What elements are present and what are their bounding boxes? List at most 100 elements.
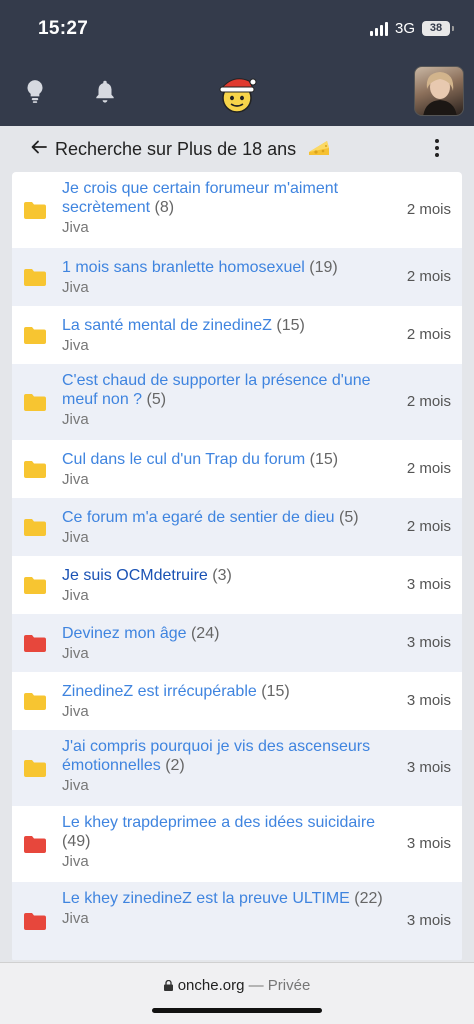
- topic-reply-count: (3): [212, 567, 232, 584]
- topic-date: 2 mois: [406, 518, 451, 535]
- topic-row[interactable]: J'ai compris pourquoi je vis des ascense…: [12, 730, 462, 806]
- topic-title-link[interactable]: Le khey zinedineZ est la preuve ULTIME: [62, 890, 350, 907]
- topic-text: Le khey zinedineZ est la preuve ULTIME (…: [62, 889, 397, 928]
- topic-text: 1 mois sans branlette homosexuel (19) Jiv…: [62, 258, 397, 297]
- folder-icon: [24, 461, 46, 478]
- topic-text: J'ai compris pourquoi je vis des ascense…: [62, 737, 397, 795]
- topic-reply-count: (19): [309, 259, 338, 276]
- app-header: [0, 58, 474, 126]
- topic-date: 2 mois: [406, 201, 451, 218]
- topic-text: Cul dans le cul d'un Trap du forum (15) J…: [62, 450, 397, 489]
- topic-text: C'est chaud de supporter la présence d'u…: [62, 371, 397, 429]
- topic-text: La santé mental de zinedineZ (15) Jiva: [62, 316, 397, 355]
- topic-text: Ce forum m'a egaré de sentier de dieu (5…: [62, 508, 397, 547]
- topic-title-link[interactable]: J'ai compris pourquoi je vis des ascense…: [62, 738, 370, 774]
- topic-title-link[interactable]: Je crois que certain forumeur m'aiment s…: [62, 180, 338, 216]
- topic-row[interactable]: Ce forum m'a egaré de sentier de dieu (5…: [12, 498, 462, 556]
- topic-date: 2 mois: [406, 460, 451, 477]
- topic-reply-count: (5): [339, 509, 359, 526]
- folder-icon: [24, 577, 46, 594]
- topic-title-line: Ce forum m'a egaré de sentier de dieu (5…: [62, 508, 397, 527]
- topic-text: Je crois que certain forumeur m'aiment s…: [62, 179, 397, 237]
- topic-date: 2 mois: [406, 326, 451, 343]
- folder-icon: [24, 394, 46, 411]
- topic-title-link[interactable]: ZinedineZ est irrécupérable: [62, 683, 257, 700]
- topic-text: Devinez mon âge (24) Jiva: [62, 624, 397, 663]
- topic-row[interactable]: C'est chaud de supporter la présence d'u…: [12, 364, 462, 440]
- topic-row[interactable]: La santé mental de zinedineZ (15) Jiva 2 m…: [12, 306, 462, 364]
- title-bar: Recherche sur Plus de 18 ans: [12, 126, 462, 172]
- browser-address-bar[interactable]: onche.org — Privée: [0, 962, 474, 1024]
- topic-date: 3 mois: [406, 759, 451, 776]
- topic-reply-count: (22): [354, 890, 383, 907]
- topic-title-link[interactable]: 1 mois sans branlette homosexuel: [62, 259, 305, 276]
- folder-icon: [24, 635, 46, 652]
- topic-reply-count: (8): [154, 199, 175, 216]
- topic-author[interactable]: Jiva: [62, 411, 397, 429]
- folder-icon: [24, 693, 46, 710]
- topic-author[interactable]: Jiva: [62, 471, 397, 489]
- lightbulb-icon[interactable]: [22, 78, 48, 104]
- cheese-icon: [309, 141, 329, 155]
- topic-row[interactable]: Je suis OCMdetruire (3) Jiva 3 mois: [12, 556, 462, 614]
- topic-author[interactable]: Jiva: [62, 777, 397, 795]
- topic-reply-count: (49): [62, 833, 91, 850]
- url-separator: —: [248, 977, 264, 994]
- topic-author[interactable]: Jiva: [62, 529, 397, 547]
- topic-title-link[interactable]: La santé mental de zinedineZ: [62, 317, 272, 334]
- topic-date: 3 mois: [406, 835, 451, 852]
- folder-icon: [24, 202, 46, 219]
- topic-row[interactable]: Le khey trapdeprimee a des idées suicida…: [12, 806, 462, 882]
- bell-icon[interactable]: [92, 78, 118, 104]
- topic-title-link[interactable]: Devinez mon âge: [62, 625, 187, 642]
- topic-row[interactable]: Cul dans le cul d'un Trap du forum (15) J…: [12, 440, 462, 498]
- topic-author[interactable]: Jiva: [62, 645, 397, 663]
- topic-date: 3 mois: [406, 634, 451, 651]
- folder-icon: [24, 913, 46, 930]
- topic-title-line: Devinez mon âge (24): [62, 624, 397, 643]
- topic-reply-count: (15): [276, 317, 305, 334]
- topic-list: Je crois que certain forumeur m'aiment s…: [12, 172, 462, 962]
- topic-title-line: 1 mois sans branlette homosexuel (19): [62, 258, 397, 277]
- topic-row[interactable]: Je crois que certain forumeur m'aiment s…: [12, 172, 462, 248]
- folder-icon: [24, 836, 46, 853]
- status-time: 15:27: [38, 18, 89, 39]
- network-type: 3G: [394, 20, 415, 37]
- topic-title-link[interactable]: C'est chaud de supporter la présence d'u…: [62, 372, 371, 408]
- user-avatar[interactable]: [414, 66, 464, 116]
- topic-title-line: Je crois que certain forumeur m'aiment s…: [62, 179, 397, 217]
- topic-author[interactable]: Jiva: [62, 703, 397, 721]
- topic-title-link[interactable]: Je suis OCMdetruire: [62, 567, 208, 584]
- folder-icon: [24, 519, 46, 536]
- santa-mascot-icon[interactable]: [215, 72, 259, 114]
- topic-author[interactable]: Jiva: [62, 337, 397, 355]
- topic-author[interactable]: Jiva: [62, 587, 397, 605]
- page-title: Recherche sur Plus de 18 ans: [55, 139, 297, 159]
- topic-reply-count: (5): [146, 391, 167, 408]
- topic-author[interactable]: Jiva: [62, 279, 397, 297]
- topic-row[interactable]: Devinez mon âge (24) Jiva 3 mois: [12, 614, 462, 672]
- back-arrow-icon[interactable]: [30, 138, 48, 156]
- topic-row[interactable]: Le khey zinedineZ est la preuve ULTIME (…: [12, 882, 462, 960]
- home-indicator[interactable]: [152, 1008, 322, 1013]
- more-options-icon[interactable]: [434, 139, 440, 157]
- folder-icon: [24, 269, 46, 286]
- topic-date: 3 mois: [406, 912, 451, 929]
- topic-date: 2 mois: [406, 393, 451, 410]
- topic-date: 2 mois: [406, 268, 451, 285]
- topic-title-line: Le khey trapdeprimee a des idées suicida…: [62, 813, 397, 851]
- topic-title-link[interactable]: Ce forum m'a egaré de sentier de dieu: [62, 509, 335, 526]
- private-mode-label: Privée: [267, 977, 311, 994]
- topic-author[interactable]: Jiva: [62, 853, 397, 871]
- topic-row[interactable]: 1 mois sans branlette homosexuel (19) Jiv…: [12, 248, 462, 306]
- topic-reply-count: (15): [261, 683, 290, 700]
- topic-row[interactable]: ZinedineZ est irrécupérable (15) Jiva 3 mo…: [12, 672, 462, 730]
- topic-title-line: C'est chaud de supporter la présence d'u…: [62, 371, 397, 409]
- topic-author[interactable]: Jiva: [62, 910, 397, 928]
- status-bar: 15:27 3G 38: [0, 0, 474, 58]
- topic-title-line: ZinedineZ est irrécupérable (15): [62, 682, 397, 701]
- topic-title-link[interactable]: Le khey trapdeprimee a des idées suicida…: [62, 814, 375, 831]
- topic-title-link[interactable]: Cul dans le cul d'un Trap du forum: [62, 451, 305, 468]
- url-domain: onche.org: [177, 977, 245, 994]
- topic-author[interactable]: Jiva: [62, 219, 397, 237]
